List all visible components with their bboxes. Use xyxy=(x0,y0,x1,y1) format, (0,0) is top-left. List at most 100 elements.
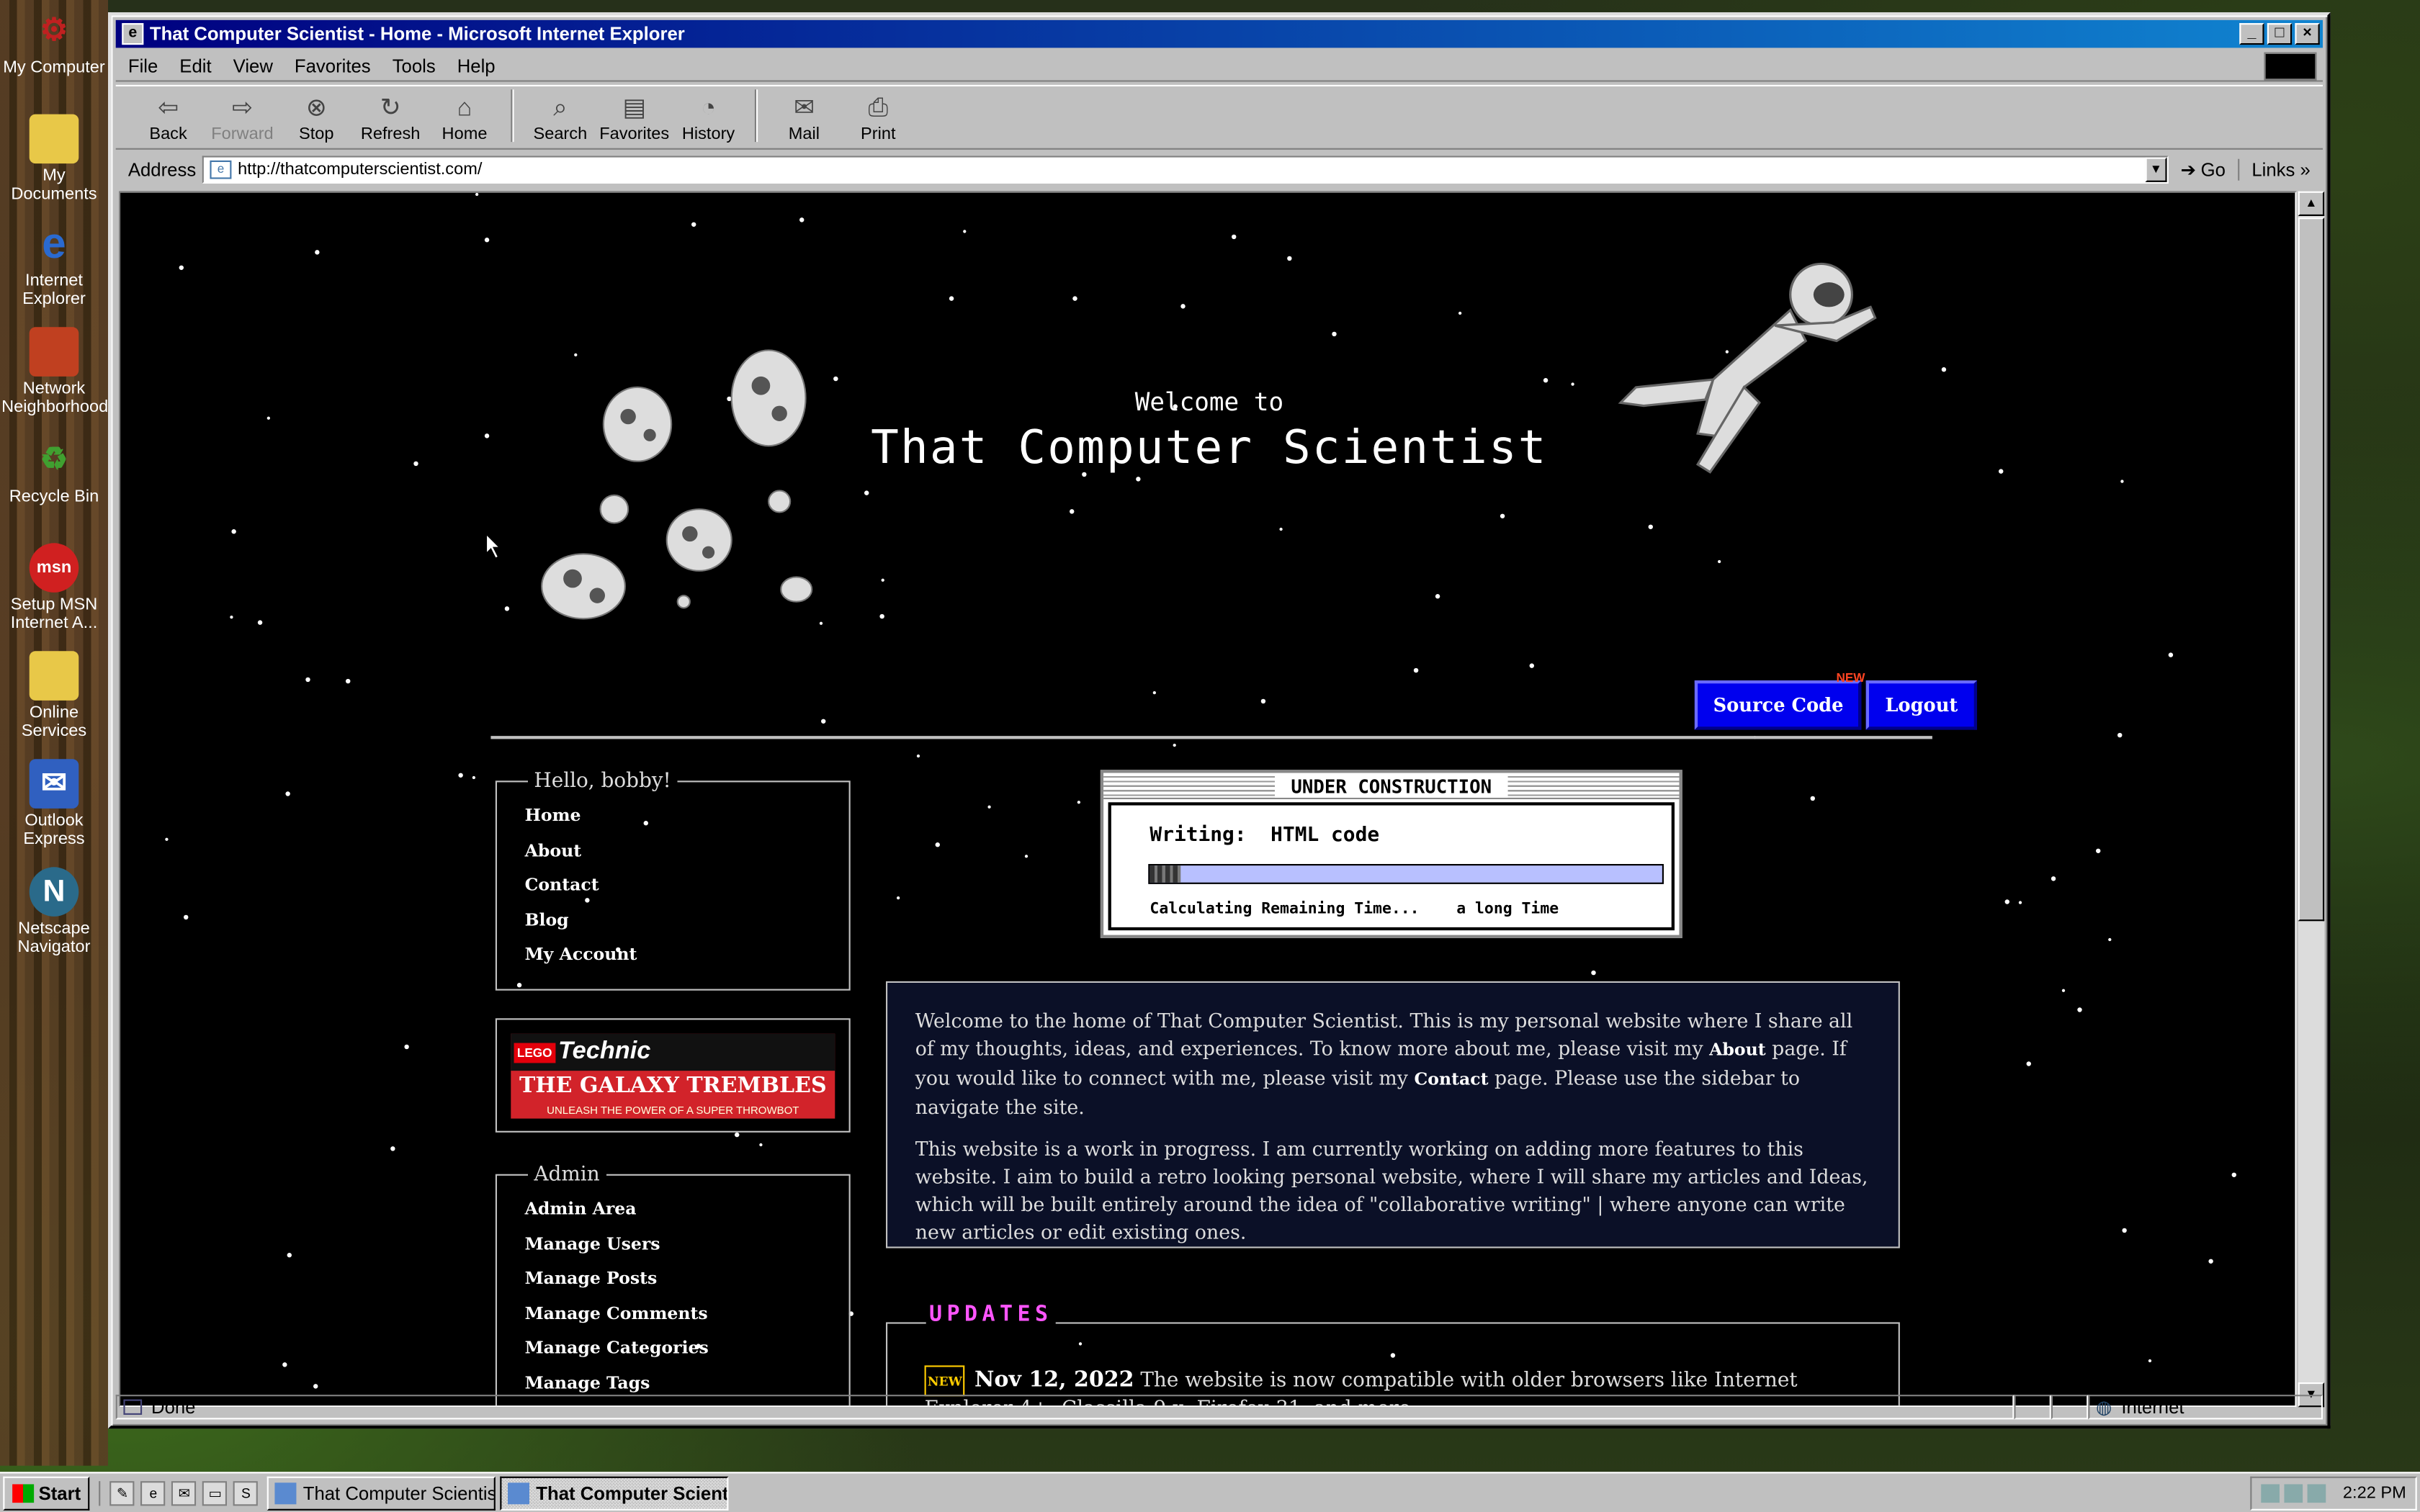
stop-button[interactable]: ⊗ Stop xyxy=(279,94,354,148)
nav-link-contact[interactable]: Contact xyxy=(525,868,849,903)
ad-brand: LEGO xyxy=(514,1042,555,1063)
menu-view[interactable]: View xyxy=(233,55,273,76)
nav-link-about[interactable]: About xyxy=(525,834,849,868)
admin-link-manage-users[interactable]: Manage Users xyxy=(525,1228,849,1262)
taskbar-item-label: That Computer Scient... xyxy=(536,1482,730,1504)
tray-icon[interactable] xyxy=(2261,1484,2280,1503)
star xyxy=(691,222,696,227)
star xyxy=(1260,698,1266,704)
network-icon xyxy=(29,327,79,377)
outlook-icon[interactable]: ✉ xyxy=(171,1480,197,1506)
desktop-icon-online-services[interactable]: Online Services xyxy=(0,651,108,741)
writing-status: Writing: HTML code xyxy=(1150,824,1379,847)
update-date: Nov 12, 2022 xyxy=(974,1367,1134,1392)
desktop-icon-recycle-bin[interactable]: ♻ Recycle Bin xyxy=(0,435,108,506)
lego-technic-ad[interactable]: LEGO Technic THE GALAXY TREMBLES UNLEASH… xyxy=(511,1033,835,1119)
ad-tagline: UNLEASH THE POWER OF A SUPER THROWBOT xyxy=(547,1106,799,1117)
ie-icon xyxy=(275,1482,297,1504)
minimize-button[interactable]: _ xyxy=(2239,23,2264,45)
print-button[interactable]: ⎙ Print xyxy=(841,94,915,148)
desktop-icon-my-computer[interactable]: ⚙ My Computer xyxy=(0,6,108,78)
status-text: Done xyxy=(151,1396,196,1418)
close-button[interactable]: × xyxy=(2295,23,2320,45)
admin-link-admin-area[interactable]: Admin Area xyxy=(525,1192,849,1227)
stop-label: Stop xyxy=(299,125,334,144)
ie-icon[interactable]: e xyxy=(140,1480,166,1506)
address-dropdown-button[interactable]: ▼ xyxy=(2145,157,2167,182)
address-input[interactable]: e http://thatcomputerscientist.com/ ▼ xyxy=(202,156,2169,184)
star xyxy=(484,238,490,243)
desktop-icon-label: Network Neighborhood xyxy=(1,379,109,417)
volume-icon[interactable] xyxy=(2307,1484,2326,1503)
admin-link-manage-categories[interactable]: Manage Categories xyxy=(525,1331,849,1366)
links-button[interactable]: Links » xyxy=(2238,158,2323,181)
star xyxy=(2051,876,2056,881)
hero-welcome-text: Welcome to xyxy=(1134,387,1284,417)
maximize-button[interactable]: □ xyxy=(2267,23,2293,45)
taskbar-item-active[interactable]: That Computer Scient... xyxy=(501,1475,730,1510)
desktop-icon-network-neighborhood[interactable]: Network Neighborhood xyxy=(0,327,109,417)
nav-link-home[interactable]: Home xyxy=(525,799,849,834)
nav-link-my-account[interactable]: My Account xyxy=(525,938,849,973)
source-code-button[interactable]: Source Code NEW xyxy=(1694,671,1865,730)
intro-contact-link[interactable]: Contact xyxy=(1414,1069,1488,1089)
star xyxy=(231,529,236,534)
intro-about-link[interactable]: About xyxy=(1709,1040,1766,1060)
star xyxy=(2120,480,2124,483)
scroll-thumb[interactable] xyxy=(2298,217,2325,922)
desktop-icon-internet-explorer[interactable]: e Internet Explorer xyxy=(0,219,108,308)
back-button[interactable]: ⇦ Back xyxy=(131,94,205,148)
show-desktop-icon[interactable]: ✎ xyxy=(109,1480,135,1506)
menu-edit[interactable]: Edit xyxy=(179,55,211,76)
star xyxy=(897,896,900,900)
scroll-up-button[interactable]: ▲ xyxy=(2298,191,2325,216)
tray-icon[interactable] xyxy=(2284,1484,2303,1503)
ie-icon: e xyxy=(42,219,66,267)
favorites-button[interactable]: ▤ Favorites xyxy=(597,94,671,148)
taskbar-item[interactable]: That Computer Scientist - ... xyxy=(267,1475,496,1510)
history-label: History xyxy=(681,125,735,144)
go-button[interactable]: ➔ Go xyxy=(2168,159,2238,181)
star xyxy=(2108,937,2112,942)
ad-headline: THE GALAXY TREMBLES xyxy=(519,1074,827,1099)
menu-favorites[interactable]: Favorites xyxy=(295,55,371,76)
star xyxy=(2004,899,2009,904)
nav-link-blog[interactable]: Blog xyxy=(525,904,849,938)
mail-button[interactable]: ✉ Mail xyxy=(767,94,841,148)
desktop-icon-label: My Computer xyxy=(3,58,105,78)
desktop-icon[interactable]: ▭ xyxy=(202,1480,228,1506)
windows-flag-icon xyxy=(12,1483,35,1503)
star xyxy=(1024,855,1028,858)
page-viewport[interactable]: Welcome to That Computer Scientist Sourc… xyxy=(119,191,2297,1408)
history-button[interactable]: ◔ History xyxy=(671,94,745,148)
logout-button[interactable]: Logout xyxy=(1866,680,1976,730)
star xyxy=(2061,989,2066,992)
star xyxy=(935,842,940,847)
forward-button[interactable]: ⇨ Forward xyxy=(205,94,279,148)
star xyxy=(821,719,826,724)
admin-legend: Admin xyxy=(534,1163,600,1187)
netscape-icon: N xyxy=(29,867,79,917)
star xyxy=(1279,527,1283,531)
desktop-icon-netscape[interactable]: N Netscape Navigator xyxy=(0,867,108,957)
msn-icon[interactable]: S xyxy=(233,1480,259,1506)
star xyxy=(1413,667,1419,673)
intro-panel: Welcome to the home of That Computer Sci… xyxy=(886,981,1900,1248)
desktop-icon-outlook-express[interactable]: ✉ Outlook Express xyxy=(0,759,108,849)
desktop-icon-msn-setup[interactable]: msn Setup MSN Internet A... xyxy=(0,543,108,633)
window-titlebar[interactable]: e That Computer Scientist - Home - Micro… xyxy=(115,19,2323,48)
menu-file[interactable]: File xyxy=(128,55,158,76)
admin-link-manage-posts[interactable]: Manage Posts xyxy=(525,1262,849,1297)
system-tray: 2:22 PM xyxy=(2250,1476,2417,1511)
desktop-icon-my-documents[interactable]: My Documents xyxy=(0,114,108,204)
address-label: Address xyxy=(127,158,197,181)
vertical-scrollbar[interactable]: ▲ ▼ xyxy=(2298,191,2325,1408)
home-button[interactable]: ⌂ Home xyxy=(428,94,502,148)
admin-link-manage-comments[interactable]: Manage Comments xyxy=(525,1297,849,1331)
menu-tools[interactable]: Tools xyxy=(393,55,436,76)
toolbar: ⇦ Back ⇨ Forward ⊗ Stop ↻ Refresh ⌂ Home ⌕ Sea… xyxy=(115,84,2323,150)
menu-help[interactable]: Help xyxy=(457,55,496,76)
search-button[interactable]: ⌕ Search xyxy=(523,94,597,148)
refresh-button[interactable]: ↻ Refresh xyxy=(354,94,428,148)
start-button[interactable]: Start xyxy=(3,1475,91,1510)
